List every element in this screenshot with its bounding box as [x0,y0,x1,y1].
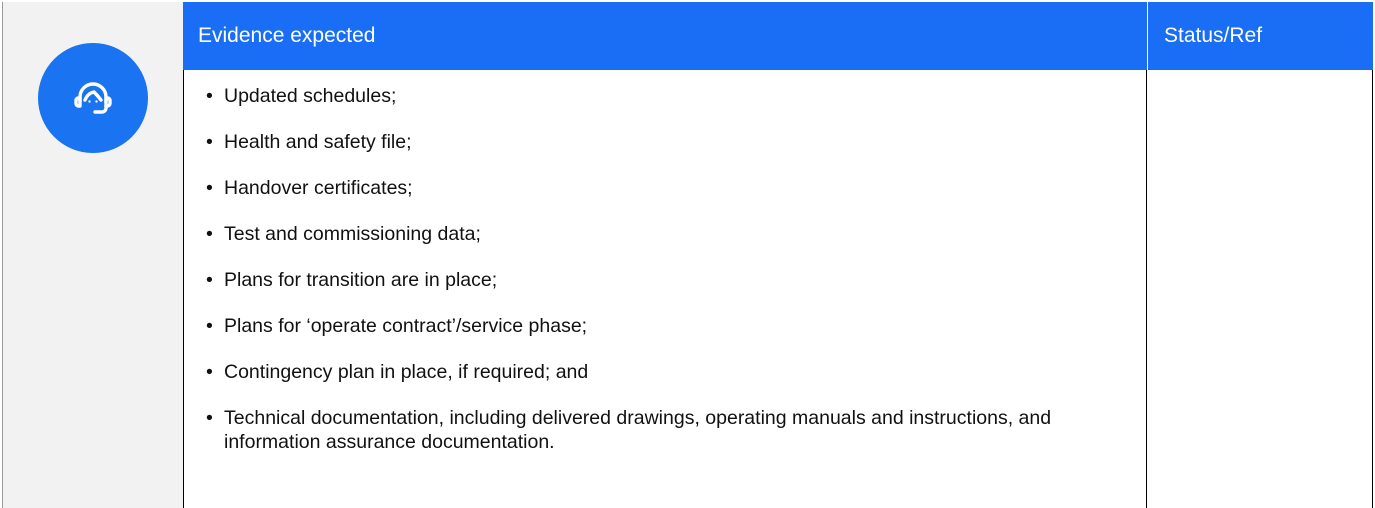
list-item: Health and safety file; [206,130,1126,154]
icon-column [2,2,184,508]
support-headset-icon [38,43,148,153]
list-item: Handover certificates; [206,176,1126,200]
evidence-cell: Updated schedules; Health and safety fil… [183,70,1147,508]
list-item: Plans for ‘operate contract’/service pha… [206,314,1126,338]
evidence-table: Evidence expected Status/Ref Updated sch… [0,0,1375,508]
list-item: Technical documentation, including deliv… [206,406,1126,454]
list-item: Test and commissioning data; [206,222,1126,246]
evidence-list: Updated schedules; Health and safety fil… [206,84,1126,476]
list-item: Contingency plan in place, if required; … [206,360,1126,384]
status-ref-cell [1148,70,1373,508]
list-item: Plans for transition are in place; [206,268,1126,292]
status-ref-header: Status/Ref [1148,2,1373,70]
evidence-expected-header: Evidence expected [183,2,1147,70]
list-item: Updated schedules; [206,84,1126,108]
